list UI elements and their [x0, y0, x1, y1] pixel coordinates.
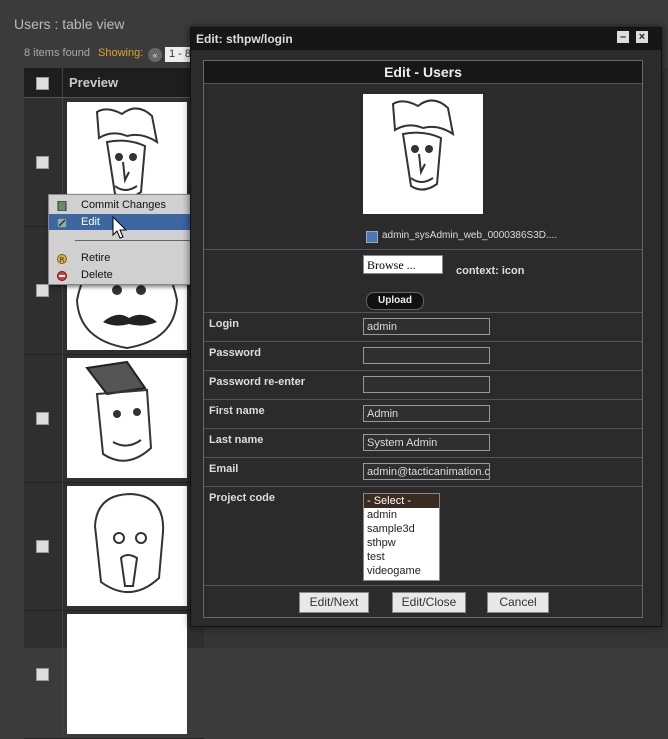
items-found-count: 8 items found [24, 47, 91, 59]
select-option[interactable]: sample3d [364, 522, 439, 536]
edit-next-button[interactable]: Edit/Next [299, 592, 369, 613]
column-divider [62, 354, 63, 482]
password-label: Password [209, 347, 261, 359]
file-icon [366, 231, 378, 243]
form-header: Edit - Users [204, 61, 642, 84]
table-header: Preview [24, 68, 204, 98]
row-divider [204, 585, 642, 586]
user-preview-image[interactable] [67, 358, 187, 478]
select-option[interactable]: test [364, 550, 439, 564]
row-checkbox[interactable] [36, 284, 49, 297]
showing-label: Showing: [98, 47, 144, 59]
row-divider [204, 428, 642, 429]
edit-form-panel: Edit - Users admin_sysAdmin_web_0000386S… [203, 60, 643, 618]
browse-button[interactable]: Browse ... [363, 255, 443, 274]
email-field[interactable]: admin@tacticanimation.co [363, 463, 490, 480]
select-option[interactable]: - Select - [364, 494, 439, 508]
row-divider [204, 249, 642, 250]
login-label: Login [209, 318, 239, 330]
context-label: context: icon [456, 265, 525, 277]
edit-icon [56, 217, 68, 229]
database-icon [57, 200, 67, 212]
dialog-titlebar[interactable]: Edit: sthpw/login – × [191, 28, 661, 50]
edit-dialog: Edit: sthpw/login – × Edit - Users admin… [190, 27, 662, 627]
dialog-title: Edit: sthpw/login [196, 32, 293, 46]
svg-text:R: R [60, 256, 65, 264]
page-title: Users : table view [14, 16, 125, 32]
select-option[interactable]: admin [364, 508, 439, 522]
row-checkbox[interactable] [36, 668, 49, 681]
row-checkbox[interactable] [36, 540, 49, 553]
table-row[interactable] [24, 610, 204, 739]
close-icon[interactable]: × [636, 31, 648, 43]
row-checkbox[interactable] [36, 156, 49, 169]
row-checkbox[interactable] [36, 412, 49, 425]
select-option[interactable]: videogame [364, 564, 439, 578]
delete-icon [57, 270, 67, 281]
select-all-checkbox[interactable] [36, 77, 49, 90]
table-row[interactable] [24, 354, 204, 483]
column-header-preview[interactable]: Preview [69, 75, 118, 90]
row-divider [204, 341, 642, 342]
row-divider [204, 312, 642, 313]
row-divider [204, 370, 642, 371]
password-field[interactable] [363, 347, 490, 364]
last-name-label: Last name [209, 434, 264, 446]
cancel-button[interactable]: Cancel [487, 592, 549, 613]
minimize-icon[interactable]: – [617, 31, 629, 43]
first-name-field[interactable]: Admin [363, 405, 490, 422]
users-table: Preview [24, 68, 204, 739]
menu-item-label: Edit [81, 216, 100, 228]
user-preview-image[interactable] [67, 486, 187, 606]
row-divider [204, 457, 642, 458]
select-option[interactable]: sthpw [364, 536, 439, 550]
column-divider [62, 68, 63, 97]
upload-button[interactable]: Upload [366, 292, 424, 310]
table-row[interactable] [24, 482, 204, 611]
retire-icon: R [57, 253, 67, 264]
password-reenter-label: Password re-enter [209, 376, 305, 388]
menu-item-label: Retire [81, 252, 111, 264]
project-code-select[interactable]: - Select - admin sample3d sthpw test vid… [363, 493, 440, 581]
mouse-cursor-icon [112, 215, 128, 243]
page-range-select[interactable]: 1 - 8 [165, 47, 191, 62]
menu-item-label: Commit Changes [81, 199, 166, 211]
password-reenter-field[interactable] [363, 376, 490, 393]
login-field[interactable]: admin [363, 318, 490, 335]
icon-filename[interactable]: admin_sysAdmin_web_0000386S3D.... [382, 230, 557, 241]
user-icon-image [363, 94, 483, 214]
column-divider [62, 482, 63, 610]
first-name-label: First name [209, 405, 265, 417]
edit-close-button[interactable]: Edit/Close [392, 592, 466, 613]
first-page-button[interactable]: « [148, 48, 162, 62]
last-name-field[interactable]: System Admin [363, 434, 490, 451]
menu-item-label: Delete [81, 269, 113, 281]
column-divider [62, 610, 63, 738]
email-label: Email [209, 463, 239, 475]
row-divider [204, 486, 642, 487]
row-divider [204, 399, 642, 400]
project-code-label: Project code [209, 492, 276, 504]
user-preview-image[interactable] [67, 614, 187, 734]
